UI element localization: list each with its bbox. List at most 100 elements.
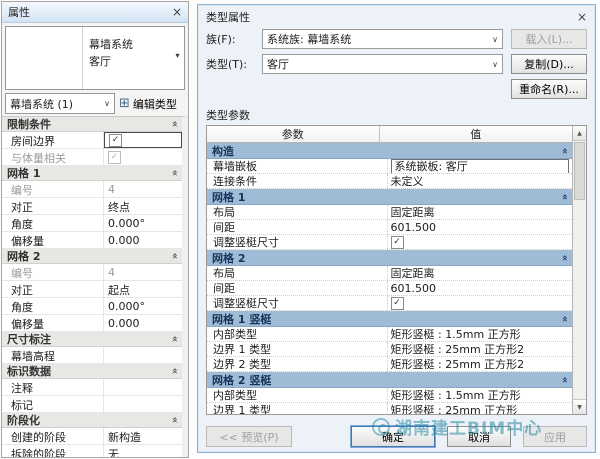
collapse-icon[interactable]: « (169, 336, 179, 342)
apply-button[interactable]: 应用 (523, 426, 587, 447)
property-row: 编号4 (2, 181, 182, 198)
selection-filter-combo[interactable]: 幕墙系统 (1) ∨ (5, 93, 115, 114)
property-value[interactable]: 0.000 (104, 232, 182, 248)
collapse-icon[interactable]: « (559, 147, 569, 153)
family-label: 族(F): (206, 31, 254, 47)
dialog-close-icon[interactable]: × (577, 11, 587, 23)
parameter-value[interactable]: 601.500 (388, 220, 572, 234)
parameter-label: 内部类型 (207, 327, 388, 341)
dropdown-icon: ∨ (492, 35, 498, 44)
dialog-title: 类型属性 (206, 9, 577, 25)
parameter-value[interactable]: 固定距离 (388, 205, 572, 219)
property-value[interactable]: 4 (104, 264, 182, 280)
collapse-icon[interactable]: « (169, 368, 179, 374)
parameter-group-header[interactable]: 网格 1 竖梃« (207, 311, 572, 327)
parameter-row: 间距601.500 (207, 281, 572, 296)
property-row: 注释 (2, 379, 182, 396)
property-value[interactable]: 0.000 (104, 315, 182, 331)
property-value[interactable]: 起点 (104, 281, 182, 297)
property-value[interactable]: 无 (104, 445, 182, 457)
parameter-row: 布局固定距离 (207, 205, 572, 220)
section-header[interactable]: 标识数据« (2, 364, 182, 379)
property-value[interactable]: 终点 (104, 198, 182, 214)
parameter-group-label: 网格 2 (212, 250, 245, 266)
parameter-value-editor[interactable]: 系统嵌板: 客厅 (391, 159, 569, 173)
parameter-value[interactable]: 601.500 (388, 281, 572, 295)
property-row: 对正起点 (2, 281, 182, 298)
parameter-value[interactable]: 矩形竖梃 : 1.5mm 正方形 (388, 327, 572, 341)
parameter-group-header[interactable]: 网格 2 « (207, 250, 572, 266)
scrollbar-thumb[interactable] (574, 142, 585, 200)
property-value[interactable] (104, 347, 182, 363)
edit-type-button[interactable]: ⊞ 编辑类型 (119, 93, 185, 114)
properties-title: 属性 (8, 4, 172, 20)
type-combo[interactable]: 客厅 ∨ (262, 54, 503, 74)
parameter-group-label: 网格 1 (212, 189, 245, 205)
load-button[interactable]: 载入(L)... (511, 29, 587, 49)
type-selector-dropdown-icon[interactable]: ▾ (171, 27, 184, 89)
property-value[interactable]: 新构造 (104, 428, 182, 444)
property-label: 房间边界 (2, 132, 104, 148)
checkbox-checked[interactable]: ✓ (391, 297, 404, 310)
parameter-column-header[interactable]: 参数 (207, 126, 380, 142)
collapse-icon[interactable]: « (169, 253, 179, 259)
property-value[interactable]: ✓ (104, 149, 182, 165)
collapse-icon[interactable]: « (559, 193, 569, 199)
parameter-value[interactable]: 未定义 (388, 174, 572, 188)
property-value[interactable]: 0.000° (104, 215, 182, 231)
checkbox-checked[interactable]: ✓ (109, 134, 122, 147)
collapse-icon[interactable]: « (559, 315, 569, 321)
property-value[interactable] (104, 379, 182, 395)
type-selector[interactable]: 幕墙系统 客厅 ▾ (5, 26, 185, 90)
parameter-value[interactable]: ✓ (388, 235, 572, 249)
selection-filter-label: 幕墙系统 (1) (10, 96, 104, 112)
checkbox-checked[interactable]: ✓ (108, 151, 121, 164)
parameter-row: 边界 1 类型矩形竖梃 : 25mm 正方形 (207, 403, 572, 414)
property-value[interactable]: 4 (104, 181, 182, 197)
parameter-value[interactable]: 固定距离 (388, 266, 572, 280)
parameter-label: 布局 (207, 266, 388, 280)
family-combo[interactable]: 系统族: 幕墙系统 ∨ (262, 29, 503, 49)
section-header[interactable]: 尺寸标注« (2, 332, 182, 347)
parameter-value[interactable]: 系统嵌板: 客厅 (388, 159, 572, 173)
section-header[interactable]: 网格 2« (2, 249, 182, 264)
section-header[interactable]: 阶段化« (2, 413, 182, 428)
property-value[interactable]: ✓ (104, 132, 182, 148)
property-value[interactable] (104, 396, 182, 412)
collapse-icon[interactable]: « (559, 254, 569, 260)
collapse-icon[interactable]: « (559, 376, 569, 382)
collapse-icon[interactable]: « (169, 121, 179, 127)
properties-grid: 限制条件«房间边界✓与体量相关✓网格 1«编号4对正终点角度0.000°偏移量0… (2, 116, 188, 457)
collapse-icon[interactable]: « (169, 170, 179, 176)
property-value[interactable]: 0.000° (104, 298, 182, 314)
dialog-button-bar: << 预览(P) 确定 取消 应用 (206, 415, 587, 447)
parameter-group-header[interactable]: 网格 1 « (207, 189, 572, 205)
value-column-header[interactable]: 值 (380, 126, 572, 142)
property-label: 对正 (2, 198, 104, 214)
parameter-value[interactable]: 矩形竖梃 : 25mm 正方形2 (388, 342, 572, 356)
section-header[interactable]: 限制条件« (2, 117, 182, 132)
duplicate-button[interactable]: 复制(D)... (511, 54, 587, 74)
checkbox-checked[interactable]: ✓ (391, 236, 404, 249)
parameter-value[interactable]: 矩形竖梃 : 25mm 正方形2 (388, 357, 572, 371)
type-selector-type: 客厅 (89, 53, 168, 70)
rename-button[interactable]: 重命名(R)... (511, 79, 587, 99)
property-row: 房间边界 ✓ (2, 132, 182, 149)
parameter-value[interactable]: 矩形竖梃 : 1.5mm 正方形 (388, 388, 572, 402)
collapse-icon[interactable]: « (169, 417, 179, 423)
ok-button[interactable]: 确定 (351, 426, 435, 447)
scrollbar-track[interactable] (573, 141, 586, 399)
parameter-value[interactable]: 矩形竖梃 : 25mm 正方形 (388, 403, 572, 414)
cancel-button[interactable]: 取消 (447, 426, 511, 447)
preview-button[interactable]: << 预览(P) (206, 426, 292, 447)
section-header[interactable]: 网格 1« (2, 166, 182, 181)
parameter-group-header[interactable]: 网格 2 竖梃« (207, 372, 572, 388)
vertical-scrollbar[interactable]: ▲ ▼ (572, 126, 586, 414)
parameter-value[interactable]: ✓ (388, 296, 572, 310)
parameter-group-header[interactable]: 构造« (207, 143, 572, 159)
scroll-up-icon[interactable]: ▲ (573, 126, 586, 141)
properties-palette: 属性 × 幕墙系统 客厅 ▾ 幕墙系统 (1) ∨ ⊞ 编辑类型 限制条件«房间… (1, 1, 189, 458)
property-row: 对正终点 (2, 198, 182, 215)
scroll-down-icon[interactable]: ▼ (573, 399, 586, 414)
close-icon[interactable]: × (172, 6, 182, 18)
